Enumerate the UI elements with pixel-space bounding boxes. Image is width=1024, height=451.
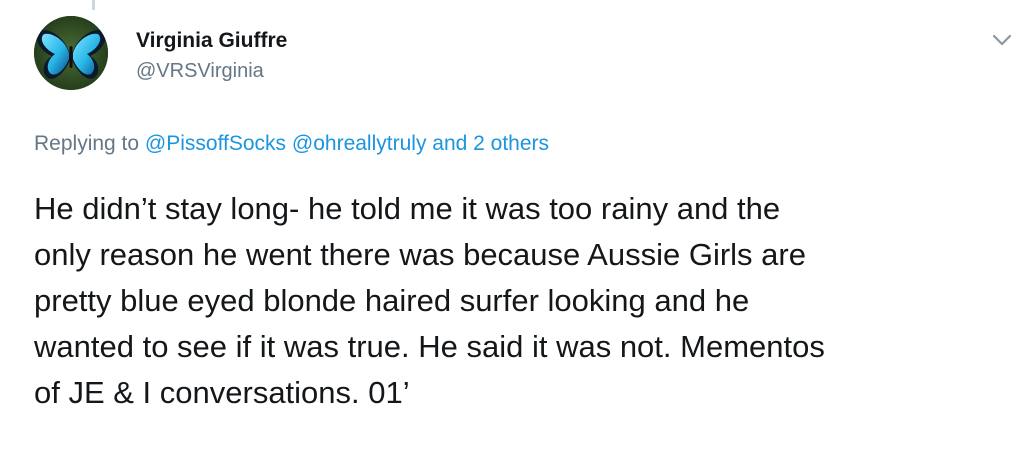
tweet-text-line: wanted to see if it was true. He said it… (34, 329, 825, 364)
tweet-menu-button[interactable] (990, 30, 1014, 50)
blue-morpho-butterfly-icon (34, 16, 108, 90)
replying-to-label: Replying to (34, 132, 140, 155)
avatar[interactable] (34, 16, 108, 90)
tweet-text-line: pretty blue eyed blonde haired surfer lo… (34, 283, 750, 318)
reply-others-link[interactable]: and 2 others (432, 132, 549, 155)
mention-link[interactable]: @PissoffSocks (145, 132, 286, 155)
tweet-text-line: only reason he went there was because Au… (34, 237, 806, 272)
tweet-card: Virginia Giuffre @VRSVirginia Replying t… (0, 0, 1024, 451)
tweet-text-line: of JE & I conversations. 01’ (34, 375, 410, 410)
author-block: Virginia Giuffre @VRSVirginia (136, 28, 287, 84)
thread-connector-line (92, 0, 95, 10)
author-handle[interactable]: @VRSVirginia (136, 58, 287, 84)
tweet-text-line: He didn’t stay long- he told me it was t… (34, 191, 781, 226)
chevron-down-icon (992, 34, 1012, 46)
author-display-name[interactable]: Virginia Giuffre (136, 28, 287, 54)
tweet-text: He didn’t stay long- he told me it was t… (34, 186, 1014, 416)
mention-link[interactable]: @ohreallytruly (292, 132, 427, 155)
replying-to-line: Replying to @PissoffSocks @ohreallytruly… (34, 130, 549, 158)
